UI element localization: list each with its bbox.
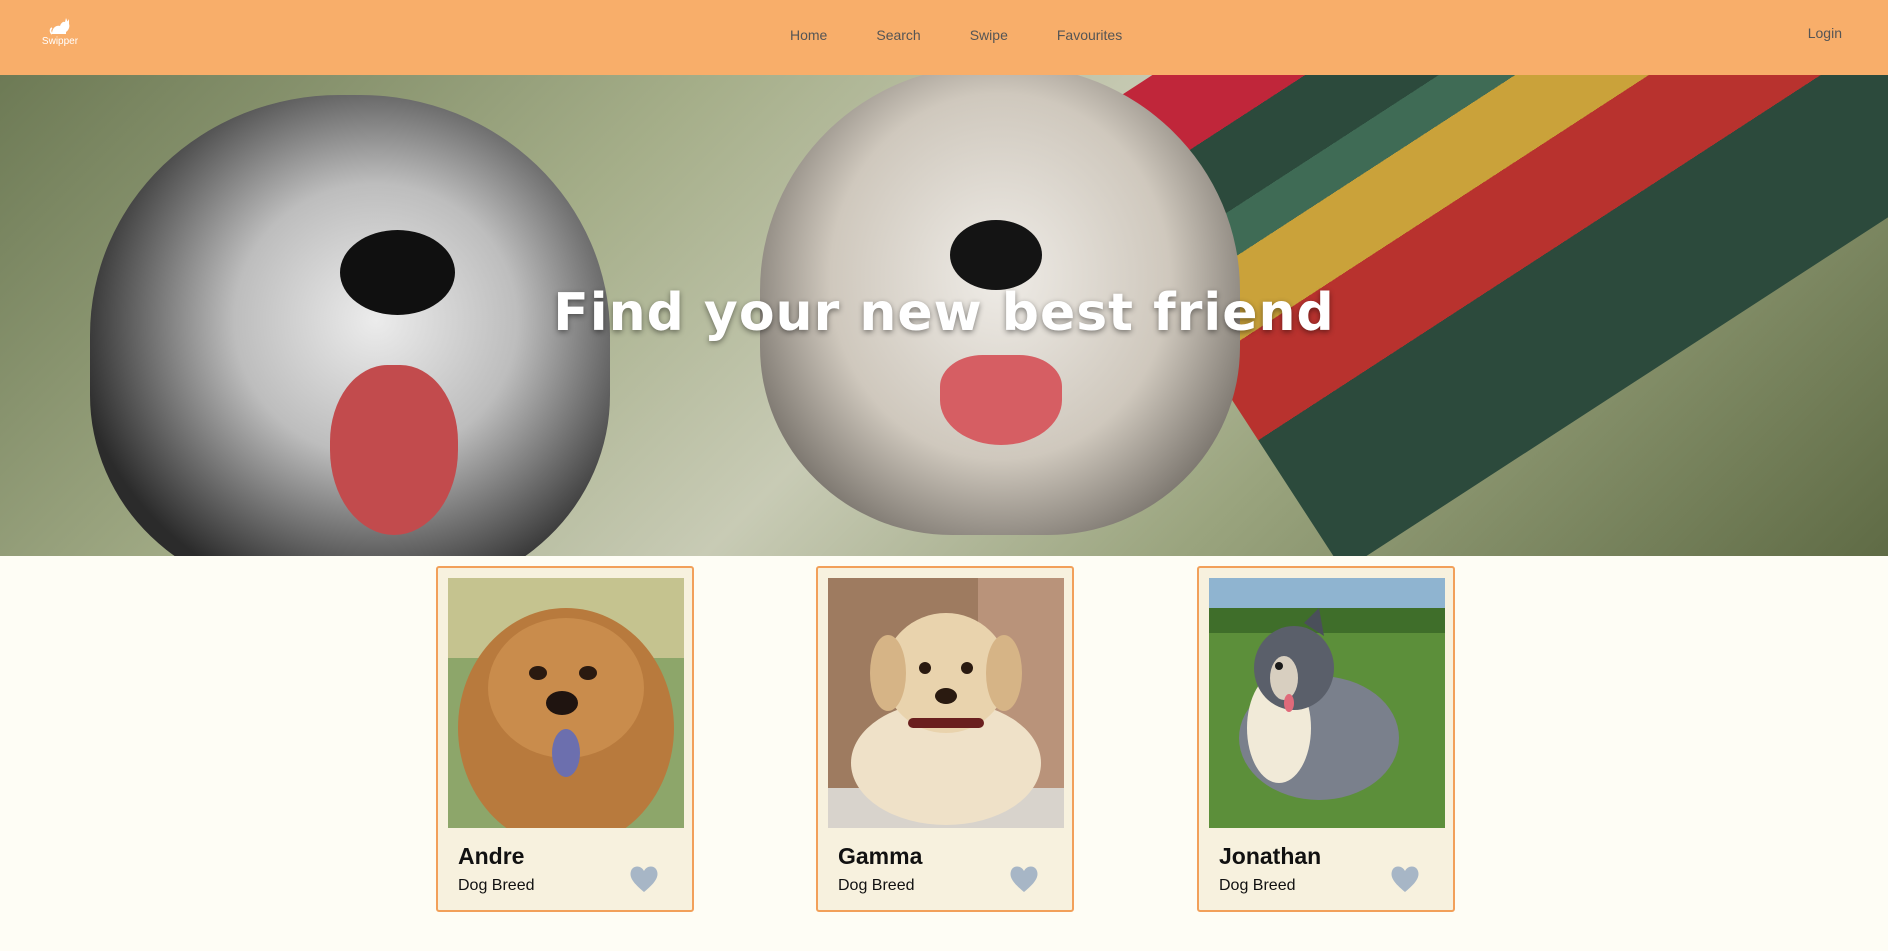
top-navbar: Swipper Home Search Swipe Favourites Log…	[0, 0, 1888, 75]
nav-favourites[interactable]: Favourites	[1057, 27, 1122, 43]
dog-name: Jonathan	[1219, 843, 1322, 869]
dog-breed: Dog Breed	[458, 877, 535, 894]
logo-text: Swipper	[41, 36, 79, 47]
dog-photo	[828, 578, 1064, 828]
hero-dog-right-nose	[950, 220, 1042, 290]
logo[interactable]: Swipper	[38, 16, 82, 52]
nav-home[interactable]: Home	[790, 27, 827, 43]
cat-icon	[49, 18, 70, 35]
heart-icon[interactable]	[1008, 864, 1040, 894]
dog-breed: Dog Breed	[1219, 877, 1296, 894]
dog-photo	[448, 578, 684, 828]
dog-name: Andre	[458, 843, 525, 869]
heart-icon[interactable]	[1389, 864, 1421, 894]
main-nav: Home Search Swipe Favourites	[790, 0, 1171, 70]
dog-breed: Dog Breed	[838, 877, 915, 894]
nav-swipe[interactable]: Swipe	[970, 27, 1008, 43]
dog-card[interactable]: Gamma Dog Breed	[816, 566, 1074, 912]
dog-card[interactable]: Andre Dog Breed	[436, 566, 694, 912]
hero-banner: Find your new best friend	[0, 75, 1888, 556]
dog-card[interactable]: Jonathan Dog Breed	[1197, 566, 1455, 912]
nav-search[interactable]: Search	[876, 27, 920, 43]
heart-icon[interactable]	[628, 864, 660, 894]
login-link[interactable]: Login	[1808, 25, 1842, 41]
hero-title: Find your new best friend	[553, 283, 1335, 343]
dog-photo	[1209, 578, 1445, 828]
dog-card-list: Andre Dog Breed Gamma Dog Breed Jonathan…	[436, 566, 1456, 916]
hero-dog-left-tongue	[330, 365, 458, 535]
dog-name: Gamma	[838, 843, 923, 869]
hero-dog-right-tongue	[940, 355, 1062, 445]
